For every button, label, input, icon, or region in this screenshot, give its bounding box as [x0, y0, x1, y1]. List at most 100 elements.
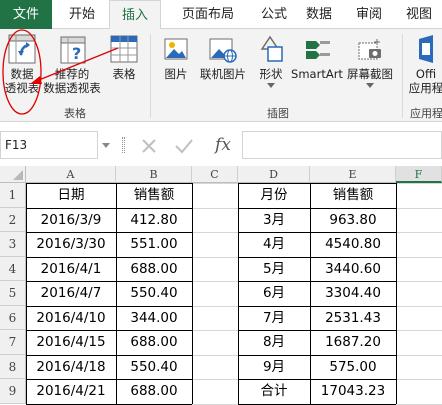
online-pictures-button[interactable]: 联机图片	[196, 33, 250, 81]
illustrations-group-label: 插图	[267, 107, 289, 120]
table-cell[interactable]: 2016/4/7	[26, 281, 116, 306]
ribbon-insert: 数据 透视表 ? 推荐的 数据透视表 表格 表格 图片 联机图片 形状 Smar…	[0, 29, 442, 122]
table-header-cell[interactable]: 日期	[26, 183, 116, 208]
select-all-triangle-icon	[13, 170, 23, 180]
office-apps-button[interactable]: Offi 应用程	[404, 33, 442, 95]
table-cell[interactable]: 412.80	[116, 208, 192, 233]
screenshot-label: 屏幕截图	[347, 67, 393, 81]
tab-view[interactable]: 视图	[396, 0, 442, 29]
recommended-pivot-button[interactable]: ? 推荐的 数据透视表	[40, 33, 104, 95]
table-label: 表格	[112, 67, 136, 81]
tab-file[interactable]: 文件	[0, 0, 52, 29]
column-header-c[interactable]: C	[192, 166, 238, 183]
table-cell[interactable]: 6月	[238, 281, 310, 306]
shapes-button[interactable]: 形状	[254, 33, 288, 88]
tab-page-layout[interactable]: 页面布局	[166, 0, 250, 29]
row-header-9[interactable]: 9	[0, 379, 26, 404]
picture-icon	[164, 38, 188, 60]
table-cell[interactable]: 550.40	[116, 281, 192, 306]
table-cell[interactable]: 963.80	[310, 208, 396, 233]
table-border	[26, 403, 192, 405]
table-cell[interactable]: 3月	[238, 208, 310, 233]
apps-group-label: 应用程	[410, 107, 442, 120]
column-header-f[interactable]: F	[396, 166, 442, 183]
office-icon	[419, 35, 433, 63]
pivot-table-label-1: 数据	[10, 67, 34, 81]
table-cell[interactable]: 344.00	[116, 306, 192, 331]
insert-function-button[interactable]: fx	[210, 133, 236, 157]
pictures-button[interactable]: 图片	[158, 33, 194, 81]
table-cell[interactable]: 4540.80	[310, 232, 396, 257]
row-header-6[interactable]: 6	[0, 305, 26, 330]
table-cell[interactable]: 合计	[238, 379, 310, 404]
table-cell[interactable]: 2016/4/10	[26, 306, 116, 331]
screenshot-icon	[358, 39, 381, 60]
table-cell[interactable]: 2016/3/30	[26, 232, 116, 257]
chevron-down-icon	[102, 143, 110, 148]
table-cell[interactable]: 17043.23	[310, 379, 396, 404]
row-header-2[interactable]: 2	[0, 207, 26, 232]
select-all-corner[interactable]	[0, 166, 26, 183]
enter-icon[interactable]	[174, 137, 194, 155]
table-cell[interactable]: 688.00	[116, 257, 192, 282]
column-header-e[interactable]: E	[310, 166, 396, 183]
table-cell[interactable]: 550.40	[116, 355, 192, 380]
cancel-icon[interactable]	[140, 137, 158, 155]
table-header-cell[interactable]: 销售额	[116, 183, 192, 208]
row-header-4[interactable]: 4	[0, 256, 26, 281]
ribbon-separator	[402, 34, 403, 118]
column-header-a[interactable]: A	[26, 166, 116, 183]
table-cell[interactable]: 2531.43	[310, 306, 396, 331]
tab-review[interactable]: 审阅	[345, 0, 393, 29]
smartart-button[interactable]: SmartArt	[290, 33, 344, 81]
tab-insert[interactable]: 插入	[109, 0, 161, 31]
tab-data[interactable]: 数据	[299, 0, 339, 29]
table-cell[interactable]: 8月	[238, 330, 310, 355]
row-header-3[interactable]: 3	[0, 232, 26, 257]
column-header-b[interactable]: B	[116, 166, 192, 183]
row-header-8[interactable]: 8	[0, 354, 26, 379]
table-cell[interactable]: 7月	[238, 306, 310, 331]
tables-group-label: 表格	[64, 107, 86, 120]
chevron-down-icon	[267, 83, 275, 88]
pivot-table-button[interactable]: 数据 透视表	[2, 33, 42, 95]
table-cell[interactable]: 3440.60	[310, 257, 396, 282]
tab-home[interactable]: 开始	[58, 0, 106, 29]
chevron-down-icon	[366, 83, 374, 88]
table-cell[interactable]: 1687.20	[310, 330, 396, 355]
row-header-1[interactable]: 1	[0, 183, 26, 208]
smartart-label: SmartArt	[291, 67, 343, 81]
table-cell[interactable]: 575.00	[310, 355, 396, 380]
tab-formulas[interactable]: 公式	[252, 0, 296, 29]
office-apps-label-2: 应用程	[408, 81, 442, 95]
row-header-7[interactable]: 7	[0, 330, 26, 355]
table-cell[interactable]: 5月	[238, 257, 310, 282]
formula-input[interactable]	[242, 131, 442, 159]
table-cell[interactable]: 688.00	[116, 330, 192, 355]
table-header-cell[interactable]: 销售额	[310, 183, 396, 208]
table-cell[interactable]: 9月	[238, 355, 310, 380]
smartart-icon	[306, 41, 330, 59]
column-header-d[interactable]: D	[238, 166, 310, 183]
table-cell[interactable]: 688.00	[116, 379, 192, 404]
name-box[interactable]: F13	[0, 131, 98, 159]
online-picture-icon	[209, 38, 237, 63]
table-cell[interactable]: 2016/4/21	[26, 379, 116, 404]
table-cell[interactable]: 2016/4/18	[26, 355, 116, 380]
recommended-pivot-label-2: 数据透视表	[43, 81, 101, 95]
table-button[interactable]: 表格	[106, 33, 142, 81]
pivot-table-label-2: 透视表	[4, 81, 40, 95]
table-header-cell[interactable]: 月份	[238, 183, 310, 208]
table-cell[interactable]: 3304.40	[310, 281, 396, 306]
table-cell[interactable]: 2016/4/1	[26, 257, 116, 282]
worksheet-grid: A B C D E F 123456789 日期 销售额 月份 销售额 2016/3/9…	[0, 166, 442, 405]
table-cell[interactable]: 4月	[238, 232, 310, 257]
table-cell[interactable]: 2016/4/15	[26, 330, 116, 355]
screenshot-button[interactable]: 屏幕截图	[344, 33, 396, 88]
row-header-5[interactable]: 5	[0, 281, 26, 306]
table-border	[238, 403, 396, 405]
table-cell[interactable]: 551.00	[116, 232, 192, 257]
shapes-icon	[260, 35, 283, 62]
name-box-dropdown[interactable]	[98, 131, 114, 159]
table-cell[interactable]: 2016/3/9	[26, 208, 116, 233]
